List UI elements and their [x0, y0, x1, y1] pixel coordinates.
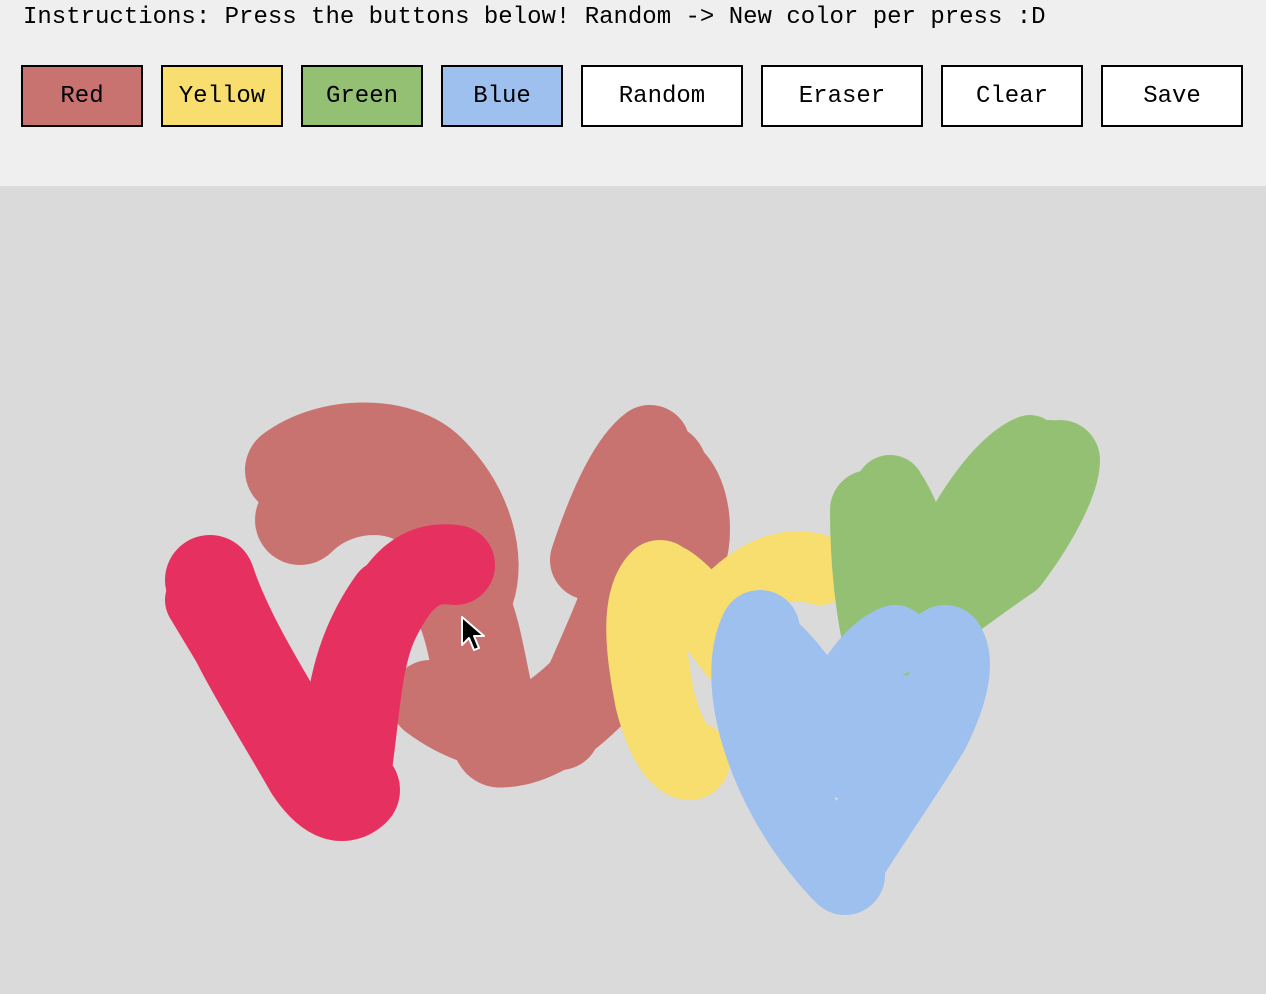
save-button[interactable]: Save	[1101, 65, 1243, 127]
blue-button[interactable]: Blue	[441, 65, 563, 127]
clear-button[interactable]: Clear	[941, 65, 1083, 127]
red-button[interactable]: Red	[21, 65, 143, 127]
random-button[interactable]: Random	[581, 65, 743, 127]
yellow-button[interactable]: Yellow	[161, 65, 283, 127]
eraser-button[interactable]: Eraser	[761, 65, 923, 127]
green-button[interactable]: Green	[301, 65, 423, 127]
blue-stroke	[711, 590, 990, 915]
instructions-text: Instructions: Press the buttons below! R…	[23, 4, 1046, 31]
drawing-canvas[interactable]	[0, 186, 1266, 994]
drawing-strokes	[165, 402, 1100, 915]
toolbar: Instructions: Press the buttons below! R…	[0, 0, 1266, 186]
